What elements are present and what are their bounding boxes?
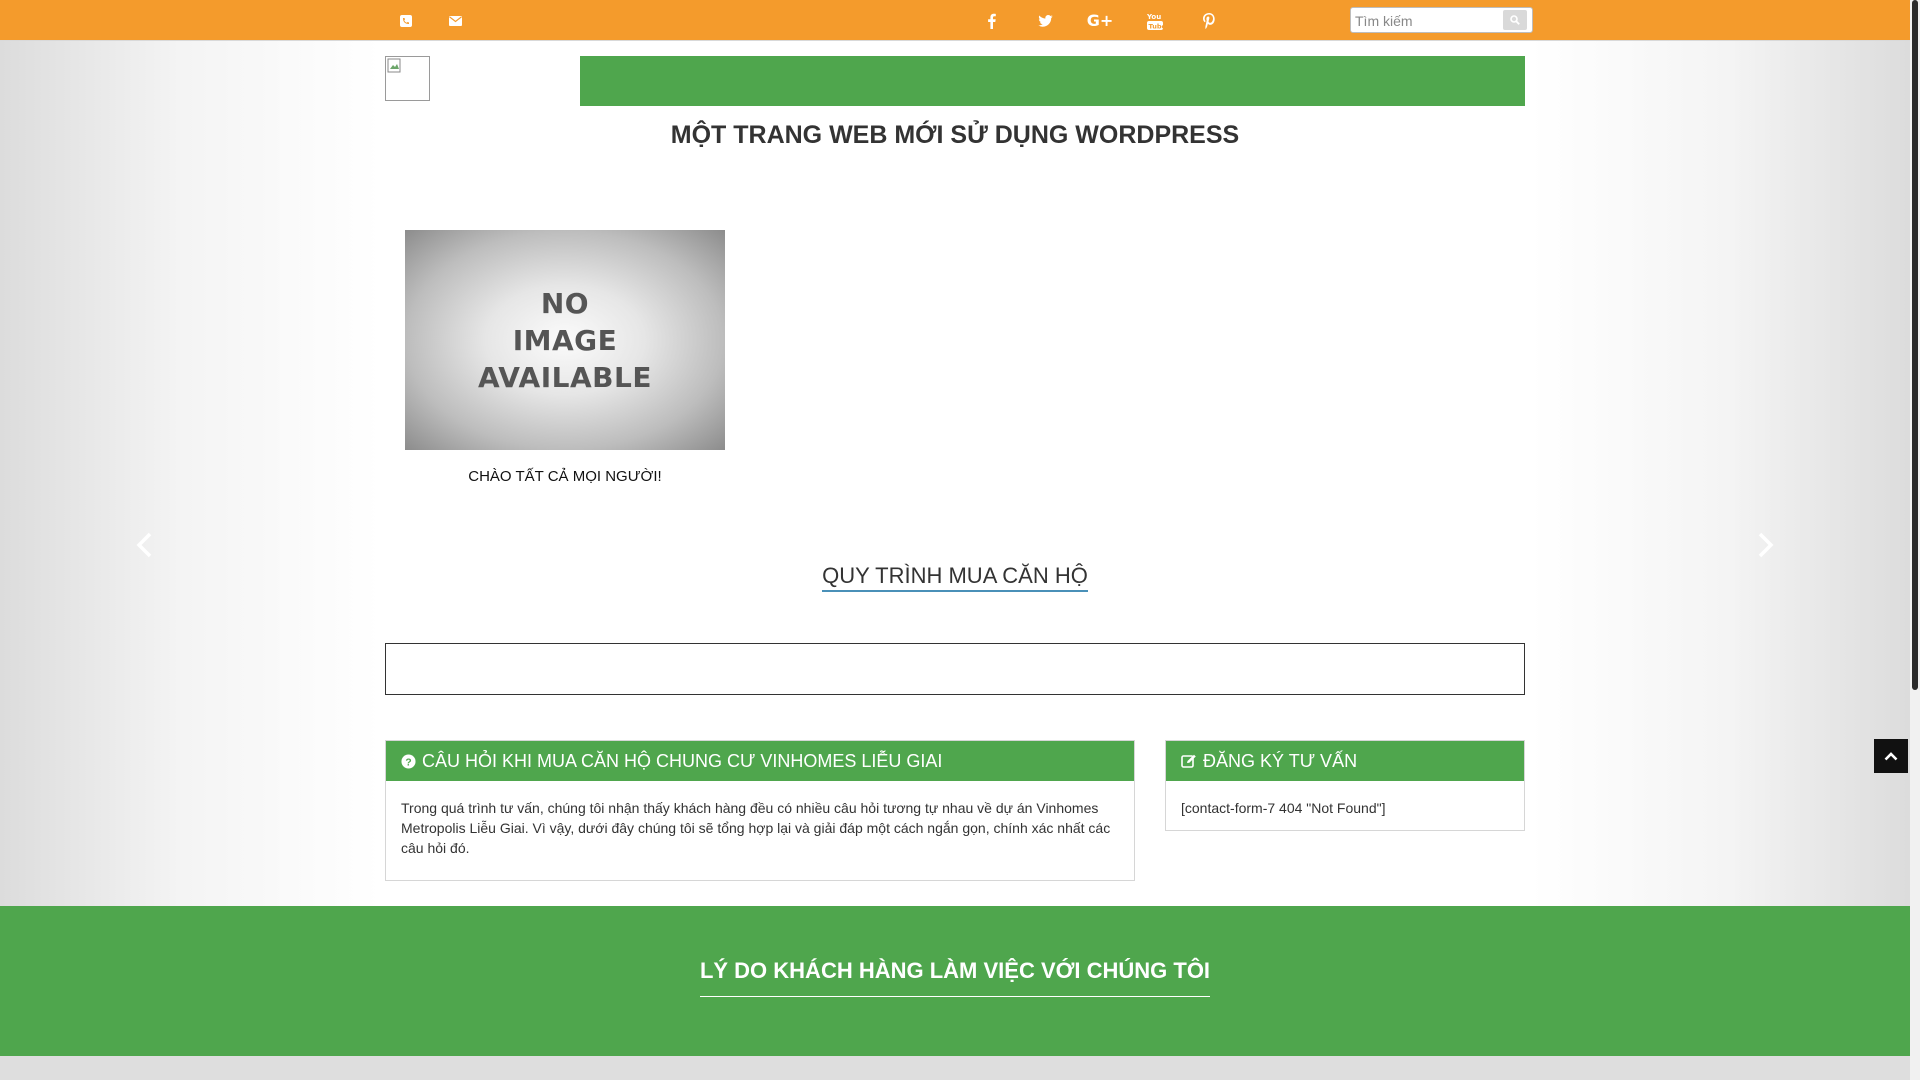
top-bar: G+ YouTube	[0, 0, 1910, 41]
search-input[interactable]	[1355, 11, 1500, 30]
chevron-right-icon	[1758, 532, 1774, 558]
no-image-text-line-2: IMAGE	[512, 323, 618, 357]
register-form-placeholder: [contact-form-7 404 "Not Found"]	[1181, 800, 1386, 816]
register-panel: ĐĂNG KÝ TƯ VẤN [contact-form-7 404 "Not …	[1165, 740, 1525, 831]
no-image-placeholder: NO IMAGE AVAILABLE	[478, 285, 652, 396]
no-image-text-line-1: NO	[540, 286, 590, 320]
faq-body: Trong quá trình tư vấn, chúng tôi nhận t…	[401, 800, 1111, 856]
footer-strip	[0, 1056, 1910, 1080]
pinterest-icon[interactable]	[1194, 0, 1224, 41]
envelope-icon[interactable]	[440, 0, 470, 41]
facebook-icon[interactable]	[976, 0, 1006, 41]
search-button[interactable]	[1503, 10, 1527, 30]
faq-panel-header: ? CÂU HỎI KHI MUA CĂN HỘ CHUNG CƯ VINHOM…	[386, 741, 1134, 781]
scrollbar-thumb[interactable]	[1912, 0, 1918, 690]
register-panel-header: ĐĂNG KÝ TƯ VẤN	[1166, 741, 1524, 781]
main-navigation	[580, 56, 1525, 106]
phone-icon[interactable]	[391, 0, 421, 41]
site-logo[interactable]	[385, 56, 430, 101]
register-heading: ĐĂNG KÝ TƯ VẤN	[1203, 751, 1358, 771]
reasons-heading-wrap: LÝ DO KHÁCH HÀNG LÀM VIỆC VỚI CHÚNG TÔI	[0, 958, 1910, 997]
slider-next-button[interactable]	[1750, 530, 1780, 560]
post-thumbnail[interactable]: NO IMAGE AVAILABLE	[405, 230, 725, 450]
faq-panel: ? CÂU HỎI KHI MUA CĂN HỘ CHUNG CƯ VINHOM…	[385, 740, 1135, 881]
page: G+ YouTube MỘT TRANG WEB MỚI SỬ DỤNG WOR…	[0, 0, 1910, 1080]
slider-prev-button[interactable]	[130, 530, 160, 560]
post-title-link[interactable]: CHÀO TẤT CẢ MỌI NGƯỜI!	[405, 468, 725, 485]
chevron-left-icon	[136, 532, 152, 558]
page-scrollbar[interactable]	[1910, 0, 1920, 1080]
process-section-heading: QUY TRÌNH MUA CĂN HỘ	[385, 562, 1525, 592]
svg-text:Tube: Tube	[1149, 22, 1164, 30]
scroll-to-top-button[interactable]	[1874, 739, 1908, 773]
twitter-icon[interactable]	[1030, 0, 1060, 41]
reasons-section: LÝ DO KHÁCH HÀNG LÀM VIỆC VỚI CHÚNG TÔI	[0, 906, 1910, 1056]
faq-heading: CÂU HỎI KHI MUA CĂN HỘ CHUNG CƯ VINHOMES…	[422, 751, 943, 771]
broken-image-icon	[387, 58, 401, 73]
chevron-up-icon	[1884, 752, 1898, 761]
edit-icon	[1181, 754, 1196, 768]
process-content-box	[385, 643, 1525, 695]
reasons-title: LÝ DO KHÁCH HÀNG LÀM VIỆC VỚI CHÚNG TÔI	[699, 958, 1211, 997]
page-title: MỘT TRANG WEB MỚI SỬ DỤNG WORDPRESS	[670, 121, 1240, 149]
search-icon	[1510, 15, 1520, 25]
question-circle-icon: ?	[401, 753, 416, 769]
no-image-text-line-3: AVAILABLE	[478, 360, 652, 394]
process-title: QUY TRÌNH MUA CĂN HỘ	[822, 562, 1088, 592]
svg-text:?: ?	[405, 757, 411, 768]
google-plus-icon[interactable]: G+	[1085, 0, 1115, 41]
svg-text:You: You	[1147, 13, 1161, 21]
youtube-icon[interactable]: YouTube	[1140, 0, 1170, 41]
search-box	[1350, 7, 1533, 33]
